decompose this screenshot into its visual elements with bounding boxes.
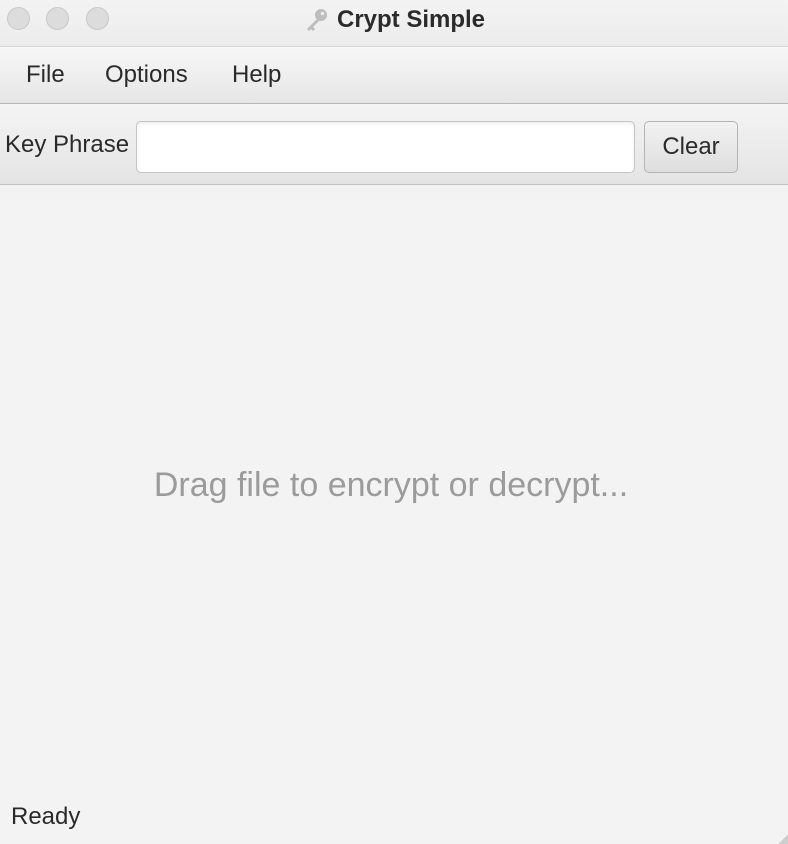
key-toolbar: Key Phrase Clear bbox=[0, 105, 788, 185]
title-bar[interactable]: Crypt Simple bbox=[0, 0, 788, 47]
app-window: Crypt Simple File Options Help Key Phras… bbox=[0, 0, 788, 844]
file-drop-area[interactable]: Drag file to encrypt or decrypt... bbox=[0, 186, 788, 796]
menu-options[interactable]: Options bbox=[105, 61, 188, 89]
menu-bar: File Options Help bbox=[0, 47, 788, 104]
clear-button[interactable]: Clear bbox=[644, 121, 738, 173]
drop-hint-text: Drag file to encrypt or decrypt... bbox=[153, 466, 629, 504]
status-text: Ready bbox=[11, 803, 81, 830]
key-phrase-label: Key Phrase bbox=[5, 131, 130, 158]
menu-file[interactable]: File bbox=[26, 61, 65, 89]
key-phrase-input[interactable] bbox=[136, 121, 635, 173]
window-title-group: Crypt Simple bbox=[0, 0, 788, 40]
resize-handle[interactable] bbox=[778, 834, 788, 844]
key-icon bbox=[303, 7, 329, 33]
window-title: Crypt Simple bbox=[336, 6, 486, 33]
menu-help[interactable]: Help bbox=[232, 61, 281, 89]
